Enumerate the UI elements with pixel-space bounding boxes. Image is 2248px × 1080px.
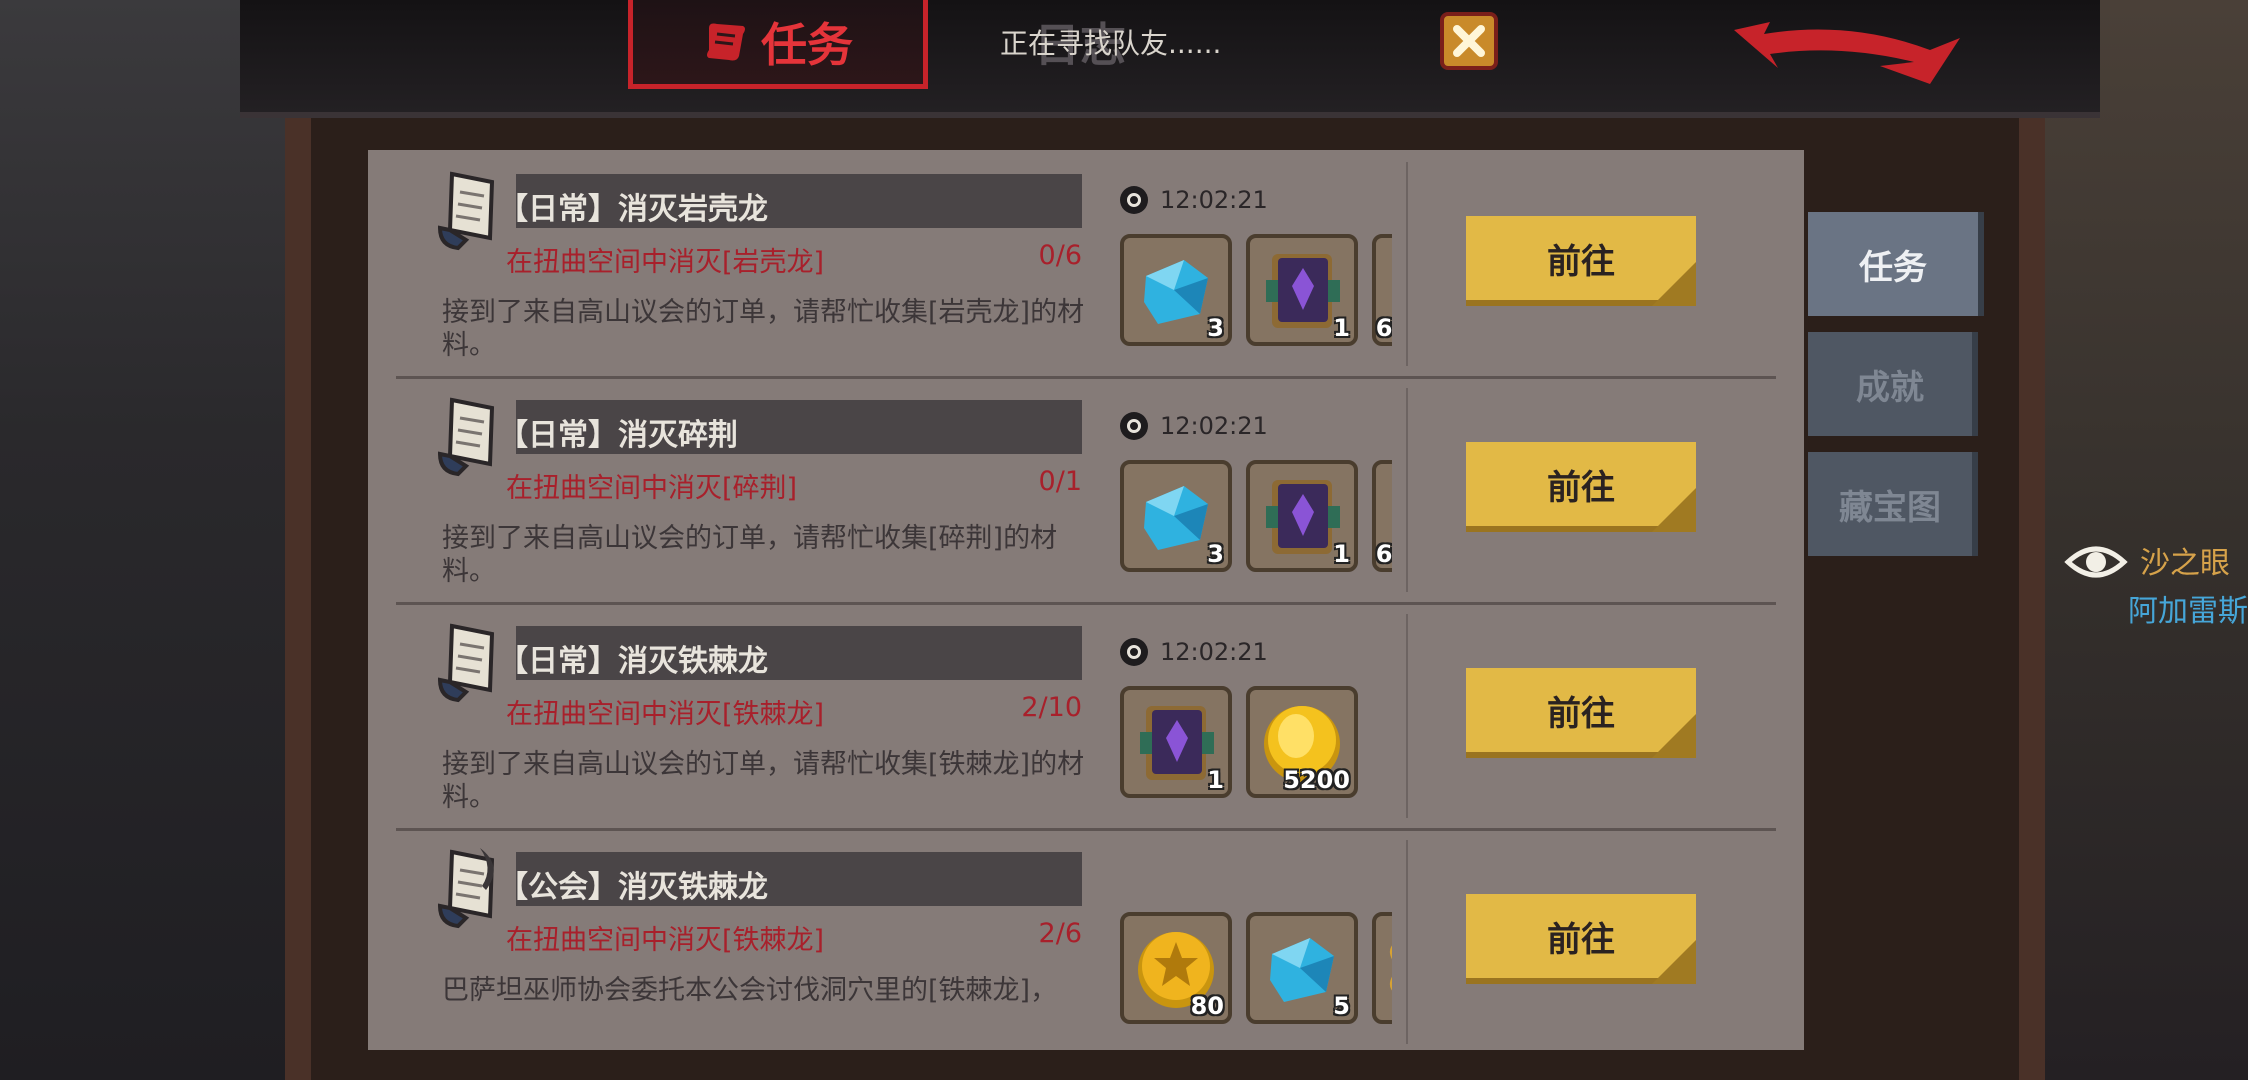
reward-item[interactable]: 1	[1246, 234, 1358, 346]
go-button[interactable]: 前往	[1466, 894, 1696, 984]
quest-panel: 【日常】消灭岩壳龙在扭曲空间中消灭[岩壳龙] 0/6 接到了来自高山议会的订单，请帮…	[368, 150, 1804, 1050]
divider	[1406, 840, 1408, 1044]
go-button-label: 前往	[1547, 467, 1615, 508]
clock-icon	[1120, 186, 1148, 214]
quest-progress: 0/6	[1038, 240, 1082, 271]
back-arrow-icon[interactable]	[1730, 10, 1970, 86]
eye-icon	[2064, 546, 2128, 578]
scroll-icon	[707, 23, 745, 61]
reward-count: 1	[1333, 314, 1350, 342]
quest-title: 【日常】消灭岩壳龙	[498, 192, 768, 227]
quest-timer: 12:02:21	[1120, 638, 1268, 666]
reward-item[interactable]: 1	[1372, 912, 1392, 1024]
reward-count: 600000	[1375, 314, 1392, 342]
reward-item[interactable]: 1	[1246, 460, 1358, 572]
close-button[interactable]	[1440, 12, 1498, 70]
side-tab-achievement[interactable]: 成就	[1808, 332, 1978, 436]
side-tab-achievement-label: 成就	[1856, 367, 1924, 408]
quest-description: 接到了来自高山议会的订单，请帮忙收集[岩壳龙]的材料。	[442, 297, 1085, 361]
side-tab-treasure-map-label: 藏宝图	[1839, 487, 1941, 528]
quest-row: 【日常】消灭碎荆在扭曲空间中消灭[碎荆] 0/1 接到了来自高山议会的订单，请帮忙收…	[396, 376, 1776, 605]
quest-title: 【日常】消灭铁棘龙	[498, 644, 768, 679]
reward-count: 1	[1207, 766, 1224, 794]
scroll-icon	[437, 623, 495, 703]
quest-timer-text: 12:02:21	[1160, 638, 1268, 666]
close-icon	[1453, 25, 1485, 57]
quest-progress: 2/10	[1021, 692, 1082, 723]
side-tab-task[interactable]: 任务	[1808, 212, 1984, 316]
scroll-icon	[437, 397, 495, 477]
divider	[1406, 388, 1408, 592]
quill-scroll-icon	[437, 848, 495, 929]
side-tab-treasure-map[interactable]: 藏宝图	[1808, 452, 1978, 556]
blue-orb-icon	[1389, 941, 1392, 995]
quest-description: 接到了来自高山议会的订单，请帮忙收集[铁棘龙]的材料。	[442, 749, 1085, 813]
reward-item[interactable]: 5	[1246, 912, 1358, 1024]
go-button[interactable]: 前往	[1466, 442, 1696, 532]
go-button-label: 前往	[1547, 693, 1615, 734]
reward-list: 3 1 600000	[1120, 234, 1392, 350]
quest-title: 【日常】消灭碎荆	[498, 418, 738, 453]
reward-item[interactable]: 600000	[1372, 460, 1392, 572]
quest-row: 【日常】消灭岩壳龙在扭曲空间中消灭[岩壳龙] 0/6 接到了来自高山议会的订单，请帮…	[396, 150, 1776, 379]
player-hud: 沙之眼 阿加雷斯	[2064, 534, 2248, 644]
reward-count: 5	[1333, 992, 1350, 1020]
reward-item[interactable]: 80	[1120, 912, 1232, 1024]
tab-task[interactable]: 任务	[628, 0, 928, 89]
hud-name-primary: 沙之眼	[2140, 546, 2230, 581]
side-tab-task-label: 任务	[1859, 247, 1927, 288]
reward-list: 1 5200	[1120, 686, 1392, 802]
background-left	[0, 0, 330, 1080]
matchmaking-status: 正在寻找队友......	[1000, 27, 1222, 60]
quest-goal: 在扭曲空间中消灭[碎荆]	[506, 473, 798, 504]
reward-list: 80 51	[1120, 912, 1392, 1028]
reward-item[interactable]: 3	[1120, 234, 1232, 346]
hud-name-secondary: 阿加雷斯	[2128, 594, 2248, 629]
quest-timer: 12:02:21	[1120, 186, 1268, 214]
go-button-label: 前往	[1547, 919, 1615, 960]
scroll-icon	[437, 171, 495, 251]
go-button[interactable]: 前往	[1466, 668, 1696, 758]
reward-list: 3 1 600000	[1120, 460, 1392, 576]
divider	[1406, 162, 1408, 366]
quest-timer: 12:02:21	[1120, 412, 1268, 440]
quest-description: 接到了来自高山议会的订单，请帮忙收集[碎荆]的材料。	[442, 523, 1058, 587]
reward-count: 80	[1190, 992, 1224, 1020]
quest-goal: 在扭曲空间中消灭[铁棘龙]	[506, 699, 825, 730]
quest-timer-text: 12:02:21	[1160, 412, 1268, 440]
reward-item[interactable]: 3	[1120, 460, 1232, 572]
reward-count: 1	[1333, 540, 1350, 568]
quest-row: 【公会】消灭铁棘龙在扭曲空间中消灭[铁棘龙] 2/6 巴萨坦巫师协会委托本公会讨伐洞…	[396, 828, 1776, 1050]
reward-count: 3	[1207, 540, 1224, 568]
reward-item[interactable]: 600000	[1372, 234, 1392, 346]
quest-row: 【日常】消灭铁棘龙在扭曲空间中消灭[铁棘龙] 2/10 接到了来自高山议会的订单，请…	[396, 602, 1776, 831]
reward-item[interactable]: 1	[1120, 686, 1232, 798]
reward-count: 5200	[1283, 766, 1350, 794]
reward-item[interactable]: 5200	[1246, 686, 1358, 798]
quest-goal: 在扭曲空间中消灭[铁棘龙]	[506, 925, 825, 956]
clock-icon	[1120, 412, 1148, 440]
clock-icon	[1120, 638, 1148, 666]
go-button[interactable]: 前往	[1466, 216, 1696, 306]
divider	[1406, 614, 1408, 818]
quest-progress: 0/1	[1038, 466, 1082, 497]
quest-title: 【公会】消灭铁棘龙	[498, 870, 768, 905]
go-button-label: 前往	[1547, 241, 1615, 282]
reward-count: 600000	[1375, 540, 1392, 568]
tab-task-label: 任务	[761, 18, 853, 72]
quest-timer-text: 12:02:21	[1160, 186, 1268, 214]
reward-count: 3	[1207, 314, 1224, 342]
quest-description: 巴萨坦巫师协会委托本公会讨伐洞穴里的[铁棘龙]，	[442, 975, 1058, 1006]
quest-goal: 在扭曲空间中消灭[岩壳龙]	[506, 247, 825, 278]
quest-progress: 2/6	[1038, 918, 1082, 949]
